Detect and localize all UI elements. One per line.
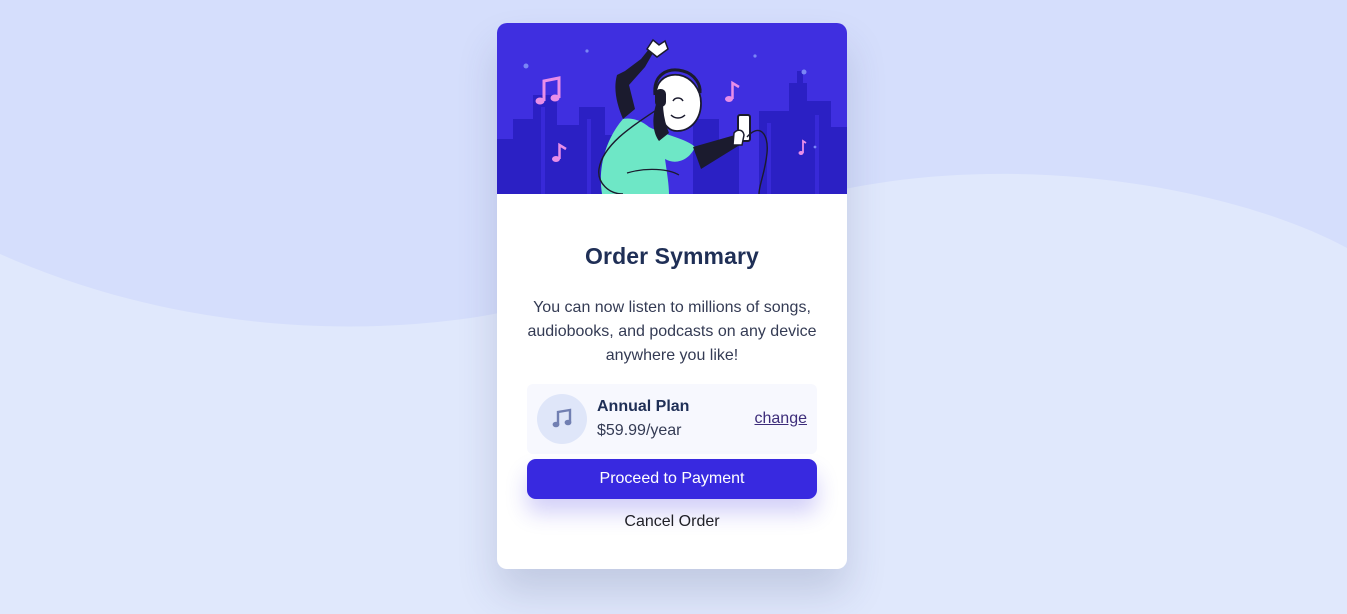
hero-illustration (497, 23, 847, 194)
order-summary-card: Order Symmary You can now listen to mill… (497, 23, 847, 569)
proceed-to-payment-button[interactable]: Proceed to Payment (527, 459, 817, 499)
summary-description: You can now listen to millions of songs,… (527, 299, 817, 364)
plan-panel: Annual Plan $59.99/year change (527, 384, 817, 454)
page-title: Order Symmary (585, 243, 759, 269)
change-plan-link[interactable]: change (527, 410, 808, 428)
cancel-order-button[interactable]: Cancel Order (497, 513, 847, 531)
